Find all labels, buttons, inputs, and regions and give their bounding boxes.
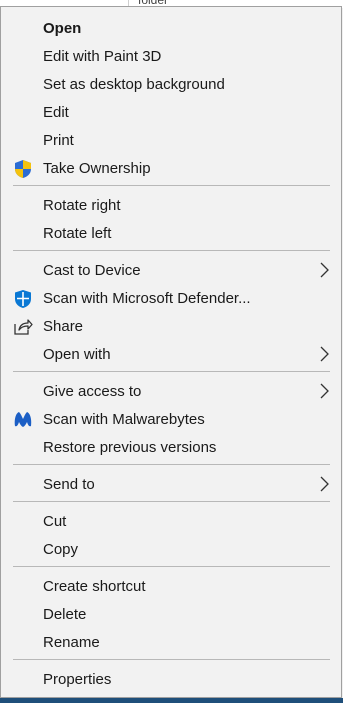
menu-separator [13, 371, 330, 372]
menu-item-cast-to-device[interactable]: Cast to Device [1, 256, 341, 284]
share-icon [13, 317, 33, 337]
chevron-right-icon [318, 383, 330, 399]
menu-item-label: Set as desktop background [43, 75, 225, 93]
menu-item-label: Scan with Malwarebytes [43, 410, 205, 428]
menu-item-properties[interactable]: Properties [1, 665, 341, 693]
menu-item-restore-previous-versions[interactable]: Restore previous versions [1, 433, 341, 461]
menu-item-label: Restore previous versions [43, 438, 217, 456]
menu-item-label: Properties [43, 670, 112, 688]
menu-item-delete[interactable]: Delete [1, 600, 341, 628]
menu-item-edit-paint3d[interactable]: Edit with Paint 3D [1, 42, 341, 70]
context-menu: Open Edit with Paint 3D Set as desktop b… [0, 6, 342, 698]
menu-item-open[interactable]: Open [1, 14, 341, 42]
menu-item-print[interactable]: Print [1, 126, 341, 154]
menu-item-take-ownership[interactable]: Take Ownership [1, 154, 341, 182]
menu-item-label: Cut [43, 512, 67, 530]
menu-item-create-shortcut[interactable]: Create shortcut [1, 572, 341, 600]
menu-item-send-to[interactable]: Send to [1, 470, 341, 498]
menu-item-scan-malwarebytes[interactable]: Scan with Malwarebytes [1, 405, 341, 433]
menu-separator [13, 185, 330, 186]
chevron-right-icon [318, 262, 330, 278]
menu-item-label: Create shortcut [43, 577, 146, 595]
taskbar-strip [0, 698, 343, 703]
menu-item-label: Share [43, 317, 84, 335]
menu-item-label: Take Ownership [43, 159, 151, 177]
menu-item-label: Cast to Device [43, 261, 141, 279]
menu-item-label: Give access to [43, 382, 142, 400]
defender-icon [13, 289, 33, 309]
menu-item-label: Copy [43, 540, 79, 558]
menu-separator [13, 659, 330, 660]
menu-item-label: Rotate left [43, 224, 112, 242]
menu-separator [13, 250, 330, 251]
malwarebytes-icon [13, 410, 33, 430]
menu-item-give-access[interactable]: Give access to [1, 377, 341, 405]
menu-item-label: Rotate right [43, 196, 121, 214]
menu-item-label: Edit [43, 103, 69, 121]
menu-item-label: Send to [43, 475, 95, 493]
menu-separator [13, 501, 330, 502]
uac-shield-icon [13, 159, 33, 179]
menu-separator [13, 464, 330, 465]
menu-item-open-with[interactable]: Open with [1, 340, 341, 368]
menu-item-cut[interactable]: Cut [1, 507, 341, 535]
menu-item-label: Rename [43, 633, 100, 651]
menu-item-label: Edit with Paint 3D [43, 47, 162, 65]
chevron-right-icon [318, 346, 330, 362]
menu-item-rotate-right[interactable]: Rotate right [1, 191, 341, 219]
menu-item-copy[interactable]: Copy [1, 535, 341, 563]
menu-item-label: Print [43, 131, 74, 149]
menu-item-label: Scan with Microsoft Defender... [43, 289, 251, 307]
menu-item-rotate-left[interactable]: Rotate left [1, 219, 341, 247]
menu-item-label: Delete [43, 605, 87, 623]
menu-separator [13, 566, 330, 567]
menu-item-scan-defender[interactable]: Scan with Microsoft Defender... [1, 284, 341, 312]
menu-item-label: Open with [43, 345, 111, 363]
menu-item-label: Open [43, 19, 82, 37]
menu-item-rename[interactable]: Rename [1, 628, 341, 656]
menu-item-edit[interactable]: Edit [1, 98, 341, 126]
chevron-right-icon [318, 476, 330, 492]
menu-item-set-desktop-background[interactable]: Set as desktop background [1, 70, 341, 98]
menu-item-share[interactable]: Share [1, 312, 341, 340]
